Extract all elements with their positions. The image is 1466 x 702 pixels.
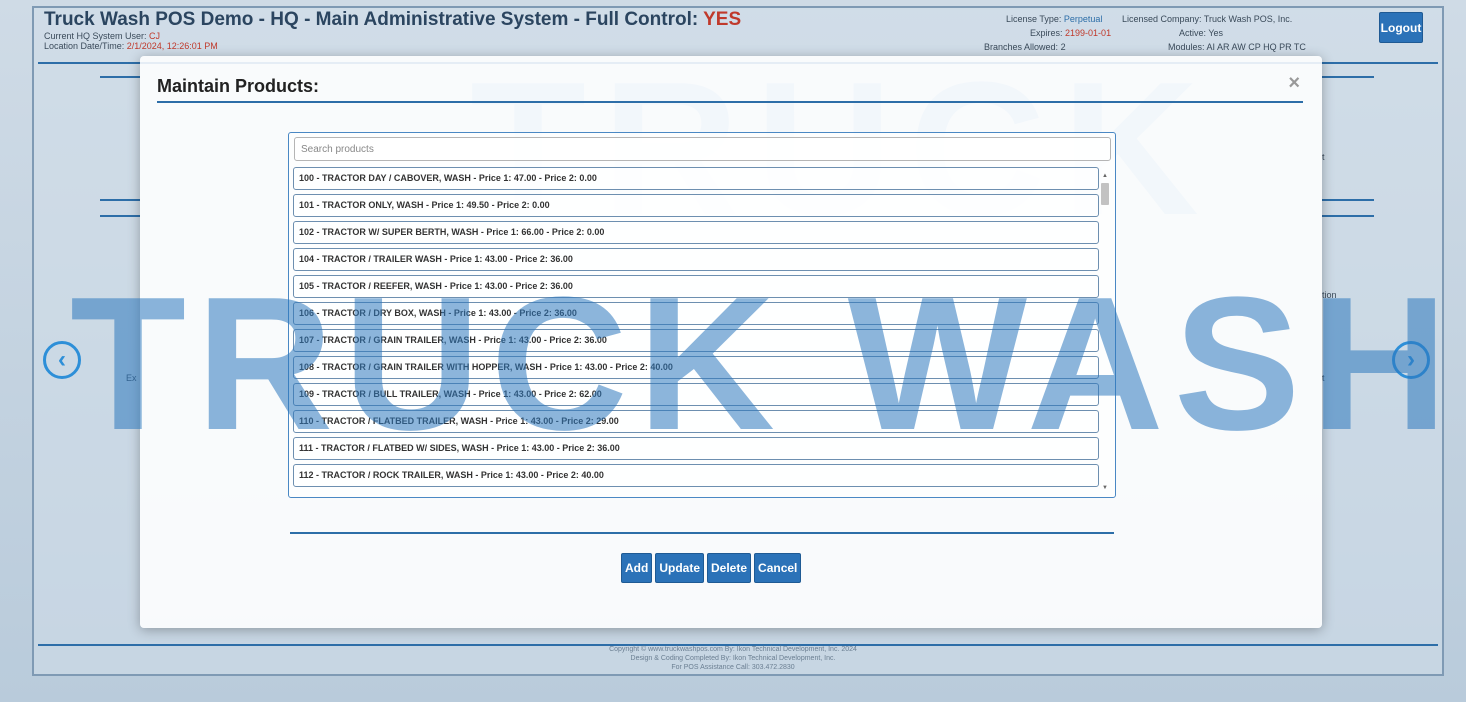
maintain-products-modal: Maintain Products: × 100 - TRACTOR DAY /… (140, 56, 1322, 628)
action-buttons: Add Update Delete Cancel (621, 553, 802, 583)
branches-allowed: Branches Allowed: 2 (984, 42, 1066, 52)
modal-title: Maintain Products: (157, 76, 320, 96)
license-expires-label: Expires: (1030, 28, 1063, 38)
branches-value: 2 (1060, 42, 1066, 52)
product-list-item[interactable]: 111 - TRACTOR / FLATBED W/ SIDES, WASH -… (293, 437, 1099, 460)
footer-design: Design & Coding Completed By: Ikon Techn… (630, 655, 836, 662)
bg-rule-2b (1322, 199, 1374, 201)
bg-left-text: Ex (126, 373, 137, 383)
product-list-item[interactable]: 112 - TRACTOR / ROCK TRAILER, WASH - Pri… (293, 464, 1099, 487)
license-type: License Type: Perpetual (1006, 14, 1102, 24)
company-label: Licensed Company: (1122, 14, 1202, 24)
license-active: Active: Yes (1179, 28, 1223, 38)
delete-button[interactable]: Delete (707, 553, 752, 583)
current-user-label: Current HQ System User: (44, 31, 147, 41)
licensed-company: Licensed Company: Truck Wash POS, Inc. (1122, 14, 1292, 24)
datetime-label: Location Date/Time: (44, 41, 125, 51)
footer-copyright: Copyright © www.truckwashpos.com By: Iko… (609, 646, 857, 653)
chevron-left-icon: ‹ (58, 346, 66, 373)
product-list-item[interactable]: 106 - TRACTOR / DRY BOX, WASH - Price 1:… (293, 302, 1099, 325)
triangle-up-icon[interactable]: ▲ (1102, 173, 1108, 179)
prev-slide-button[interactable]: ‹ (43, 341, 81, 379)
product-list-item[interactable]: 100 - TRACTOR DAY / CABOVER, WASH - Pric… (293, 167, 1099, 190)
scrollbar-thumb[interactable] (1101, 183, 1109, 205)
app-title: Truck Wash POS Demo - HQ - Main Administ… (44, 9, 741, 31)
modules-value: AI AR AW CP HQ PR TC (1206, 42, 1306, 52)
product-list-item[interactable]: 105 - TRACTOR / REEFER, WASH - Price 1: … (293, 275, 1099, 298)
active-label: Active: (1179, 28, 1207, 38)
bg-rule-2a (100, 199, 140, 201)
modal-bottom-divider (290, 532, 1114, 534)
modal-title-divider (157, 101, 1303, 103)
full-control-value: YES (703, 9, 742, 30)
search-products-input[interactable] (294, 137, 1111, 161)
product-list-panel: 100 - TRACTOR DAY / CABOVER, WASH - Pric… (288, 132, 1116, 498)
current-user-value: CJ (149, 31, 161, 41)
triangle-down-icon[interactable]: ▼ (1102, 485, 1108, 491)
logout-button[interactable]: Logout (1379, 12, 1423, 43)
update-button[interactable]: Update (655, 553, 704, 583)
cancel-button[interactable]: Cancel (754, 553, 802, 583)
bg-rule-3b (1322, 215, 1374, 217)
active-value: Yes (1208, 28, 1224, 38)
license-expires-value: 2199-01-01 (1065, 28, 1112, 38)
bg-rule-1a (100, 76, 140, 78)
bg-rule-1b (1322, 76, 1374, 78)
product-list: 100 - TRACTOR DAY / CABOVER, WASH - Pric… (293, 167, 1099, 491)
bg-right-text-3: t (1322, 373, 1325, 383)
license-type-label: License Type: (1006, 14, 1062, 24)
modules-label: Modules: (1168, 42, 1205, 52)
product-list-item[interactable]: 107 - TRACTOR / GRAIN TRAILER, WASH - Pr… (293, 329, 1099, 352)
product-list-item[interactable]: 109 - TRACTOR / BULL TRAILER, WASH - Pri… (293, 383, 1099, 406)
chevron-right-icon: › (1407, 346, 1415, 373)
product-list-item[interactable]: 101 - TRACTOR ONLY, WASH - Price 1: 49.5… (293, 194, 1099, 217)
bg-right-text-2: tion (1322, 290, 1337, 300)
datetime-value: 2/1/2024, 12:26:01 PM (126, 41, 218, 51)
product-list-scrollbar[interactable]: ▲ ▼ (1100, 173, 1110, 491)
product-list-item[interactable]: 102 - TRACTOR W/ SUPER BERTH, WASH - Pri… (293, 221, 1099, 244)
license-expires: Expires: 2199-01-01 (1030, 28, 1111, 38)
next-slide-button[interactable]: › (1392, 341, 1430, 379)
license-type-value: Perpetual (1063, 14, 1103, 24)
bg-rule-3a (100, 215, 140, 217)
product-list-item[interactable]: 104 - TRACTOR / TRAILER WASH - Price 1: … (293, 248, 1099, 271)
company-value: Truck Wash POS, Inc. (1203, 14, 1293, 24)
add-button[interactable]: Add (621, 553, 653, 583)
footer-assistance: For POS Assistance Call: 303.472.2830 (671, 664, 795, 671)
current-user: Current HQ System User: CJ (44, 31, 160, 41)
close-icon[interactable]: × (1288, 72, 1300, 95)
branches-label: Branches Allowed: (984, 42, 1059, 52)
product-list-item[interactable]: 110 - TRACTOR / FLATBED TRAILER, WASH - … (293, 410, 1099, 433)
license-modules: Modules: AI AR AW CP HQ PR TC (1168, 42, 1306, 52)
bg-right-text-1: t (1322, 152, 1325, 162)
app-title-text: Truck Wash POS Demo - HQ - Main Administ… (44, 9, 699, 30)
product-list-item[interactable]: 108 - TRACTOR / GRAIN TRAILER WITH HOPPE… (293, 356, 1099, 379)
location-datetime: Location Date/Time: 2/1/2024, 12:26:01 P… (44, 41, 218, 51)
